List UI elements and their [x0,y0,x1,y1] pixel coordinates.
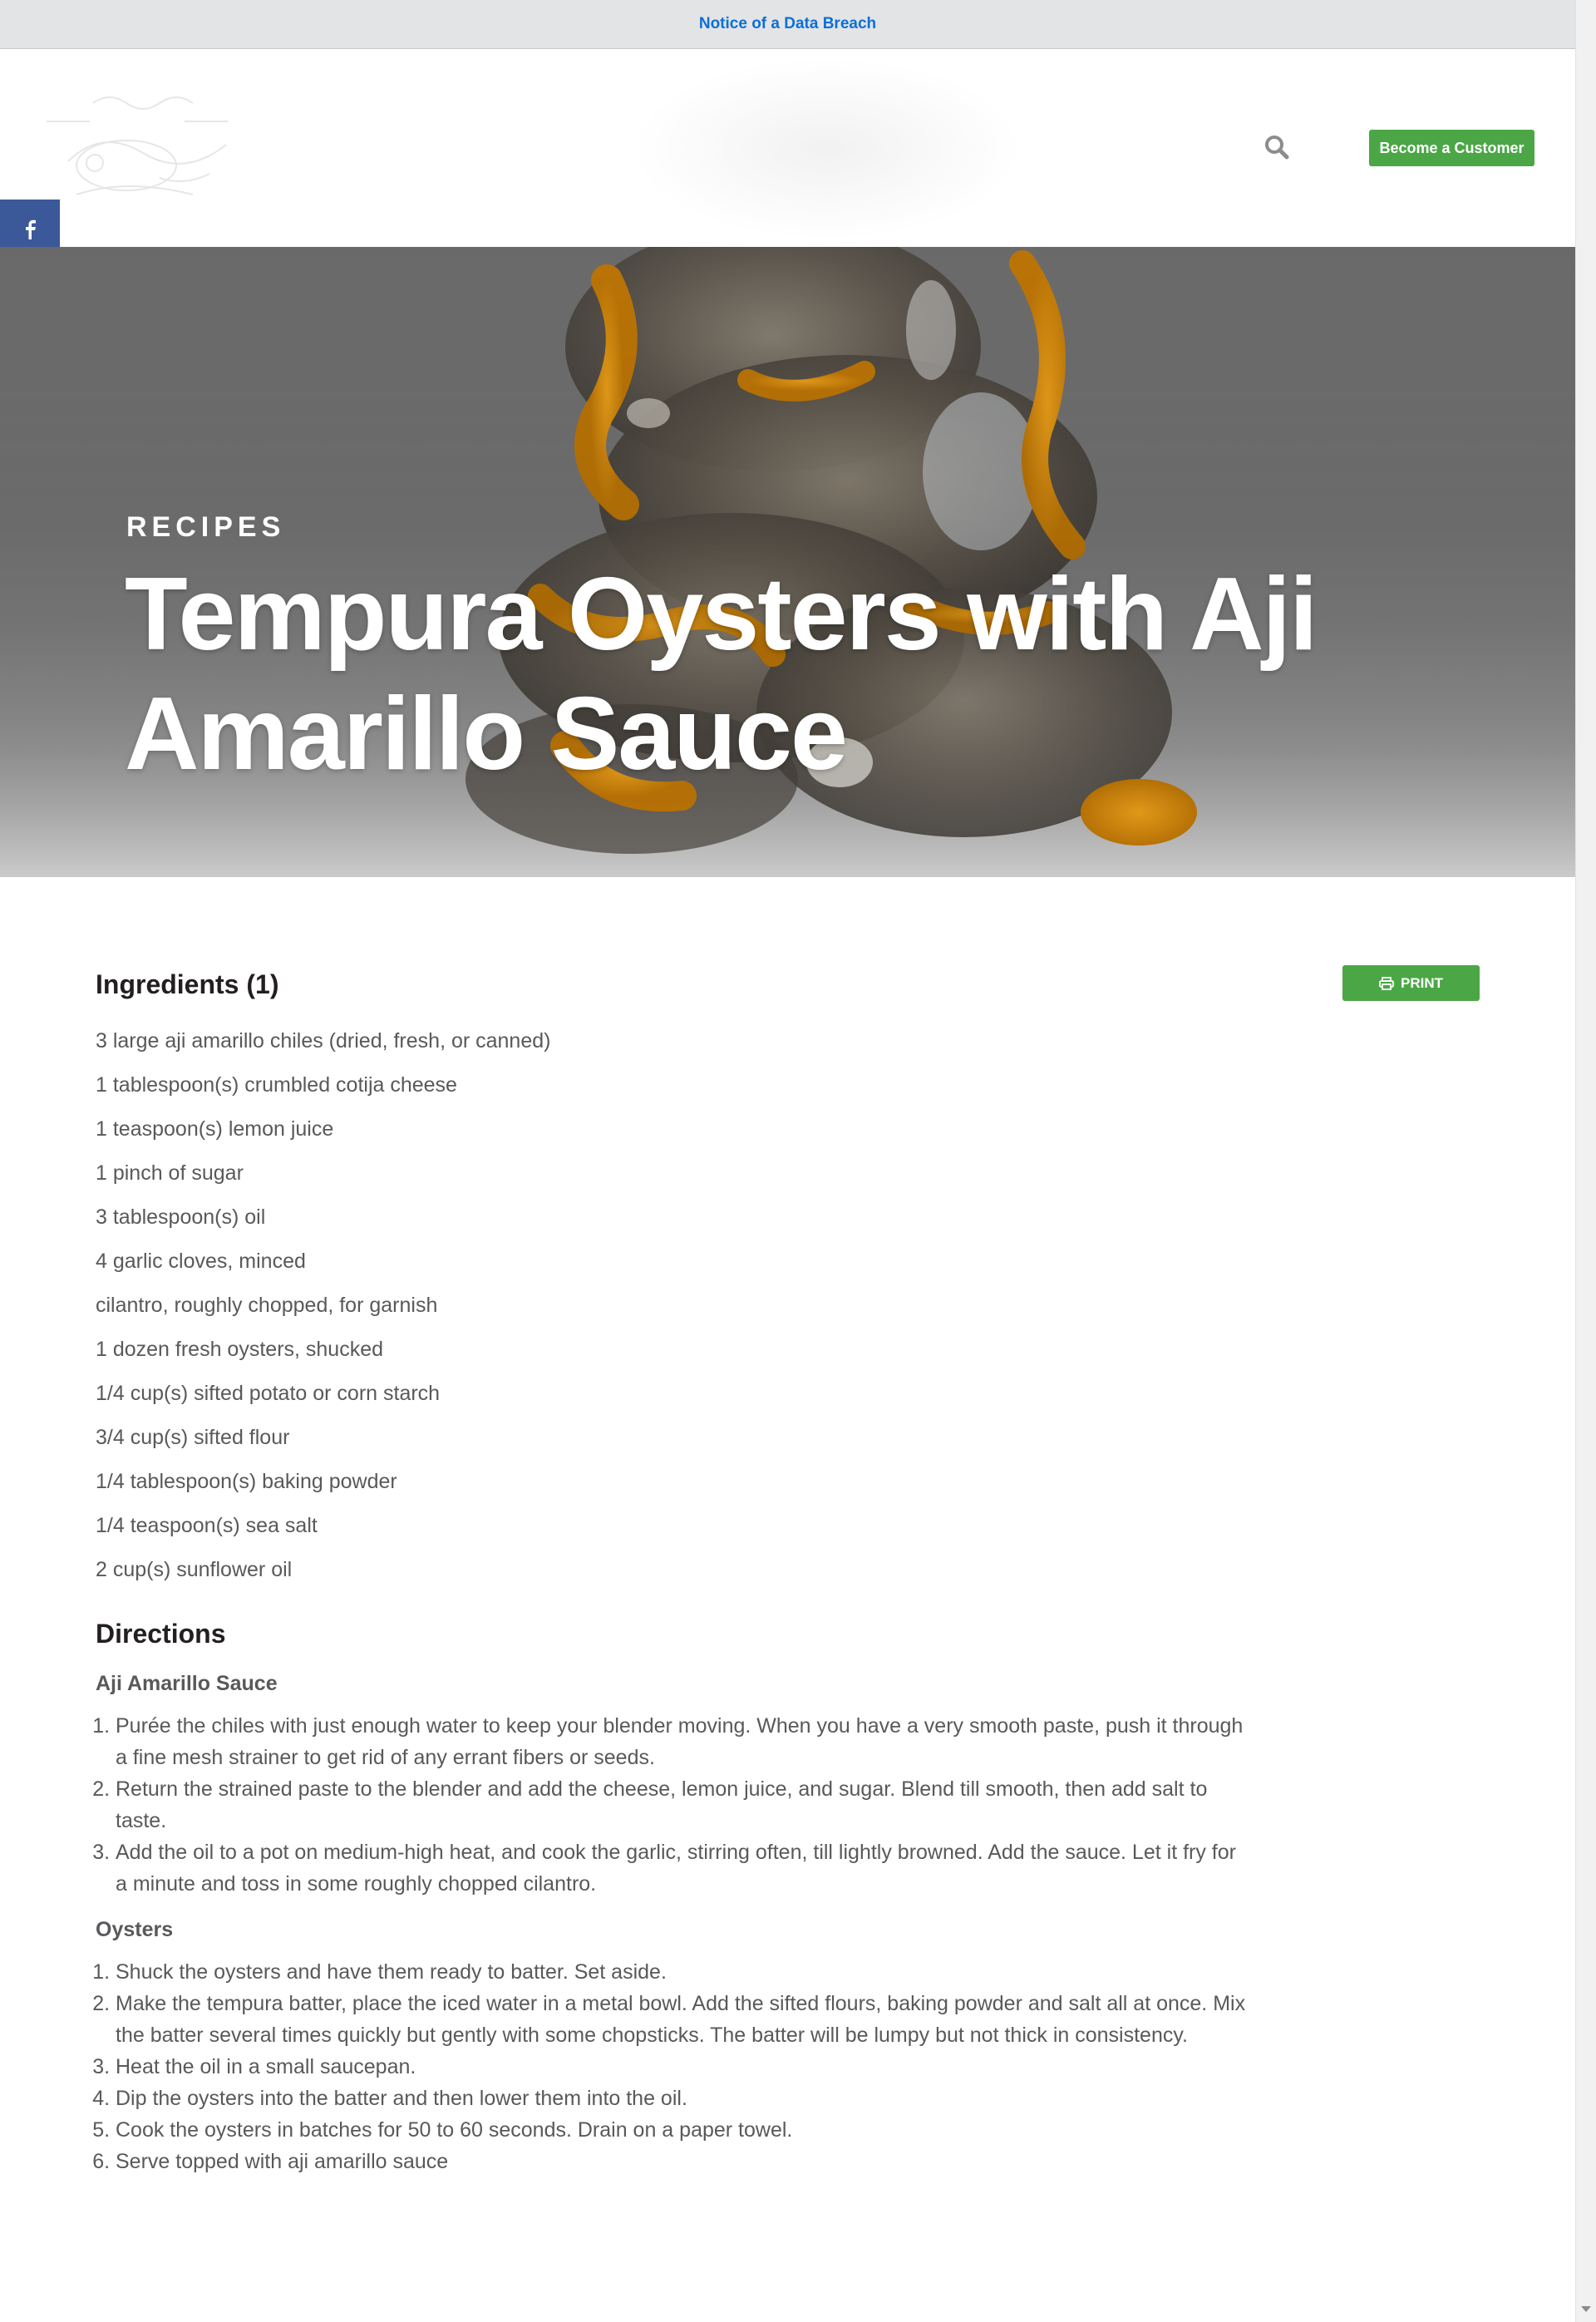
oysters-subheading: Oysters [96,1918,174,1941]
recipe-hero: RECIPES Tempura Oysters with Aji Amarill… [0,247,1575,877]
scroll-down-arrow-icon[interactable] [1581,2306,1591,2312]
direction-step: Purée the chiles with just enough water … [116,1710,1251,1773]
direction-step: Cook the oysters in batches for 50 to 60… [116,2114,1251,2146]
print-button-label: PRINT [1401,974,1443,991]
direction-step: Make the tempura batter, place the iced … [116,1988,1251,2051]
ingredient-item: 1/4 tablespoon(s) baking powder [96,1470,397,1493]
search-icon[interactable] [1262,132,1292,162]
page-scrollbar[interactable] [1575,0,1596,2322]
printer-icon [1379,976,1394,990]
ingredient-item: 4 garlic cloves, minced [96,1250,306,1273]
site-header: Become a Customer [0,49,1575,247]
direction-step: Heat the oil in a small saucepan. [116,2051,1251,2083]
sauce-subheading: Aji Amarillo Sauce [96,1672,278,1695]
ingredient-item: 1 teaspoon(s) lemon juice [96,1117,334,1141]
ingredient-item: 1 dozen fresh oysters, shucked [96,1338,384,1361]
ingredient-item: 3 tablespoon(s) oil [96,1205,266,1229]
ingredient-item: 1 tablespoon(s) crumbled cotija cheese [96,1073,457,1097]
hero-eyebrow: RECIPES [126,511,286,543]
page-title: Tempura Oysters with Aji Amarillo Sauce [125,557,1318,791]
ingredient-item: 2 cup(s) sunflower oil [96,1558,293,1581]
ingredient-item: 1/4 cup(s) sifted potato or corn starch [96,1382,441,1405]
direction-step: Add the oil to a pot on medium-high heat… [116,1836,1251,1900]
ingredient-item: 1/4 teaspoon(s) sea salt [96,1514,318,1537]
direction-step: Shuck the oysters and have them ready to… [116,1956,1251,1988]
sauce-step-list: Purée the chiles with just enough water … [96,1710,1251,1900]
ingredients-heading: Ingredients (1) [96,969,279,999]
oyster-step-list: Shuck the oysters and have them ready to… [96,1956,1251,2177]
become-customer-button[interactable]: Become a Customer [1369,130,1534,166]
direction-step: Serve topped with aji amarillo sauce [116,2146,1251,2177]
print-button[interactable]: PRINT [1342,965,1480,1001]
ingredient-item: cilantro, roughly chopped, for garnish [96,1294,438,1317]
direction-step: Return the strained paste to the blender… [116,1773,1251,1836]
ingredient-item: 3/4 cup(s) sifted flour [96,1426,290,1449]
header-background-image [632,57,1022,240]
site-logo[interactable] [43,86,243,219]
facebook-icon [26,219,36,239]
ingredient-list: 3 large aji amarillo chiles (dried, fres… [96,1019,1276,1592]
data-breach-notice-link[interactable]: Notice of a Data Breach [699,15,876,33]
ingredient-item: 3 large aji amarillo chiles (dried, fres… [96,1029,551,1053]
recipe-content: Ingredients (1) 3 large aji amarillo chi… [96,964,1276,2177]
direction-step: Dip the oysters into the batter and then… [116,2083,1251,2114]
notice-bar: Notice of a Data Breach [0,0,1575,49]
directions-heading: Directions [96,1619,226,1649]
ingredient-item: 1 pinch of sugar [96,1161,244,1185]
